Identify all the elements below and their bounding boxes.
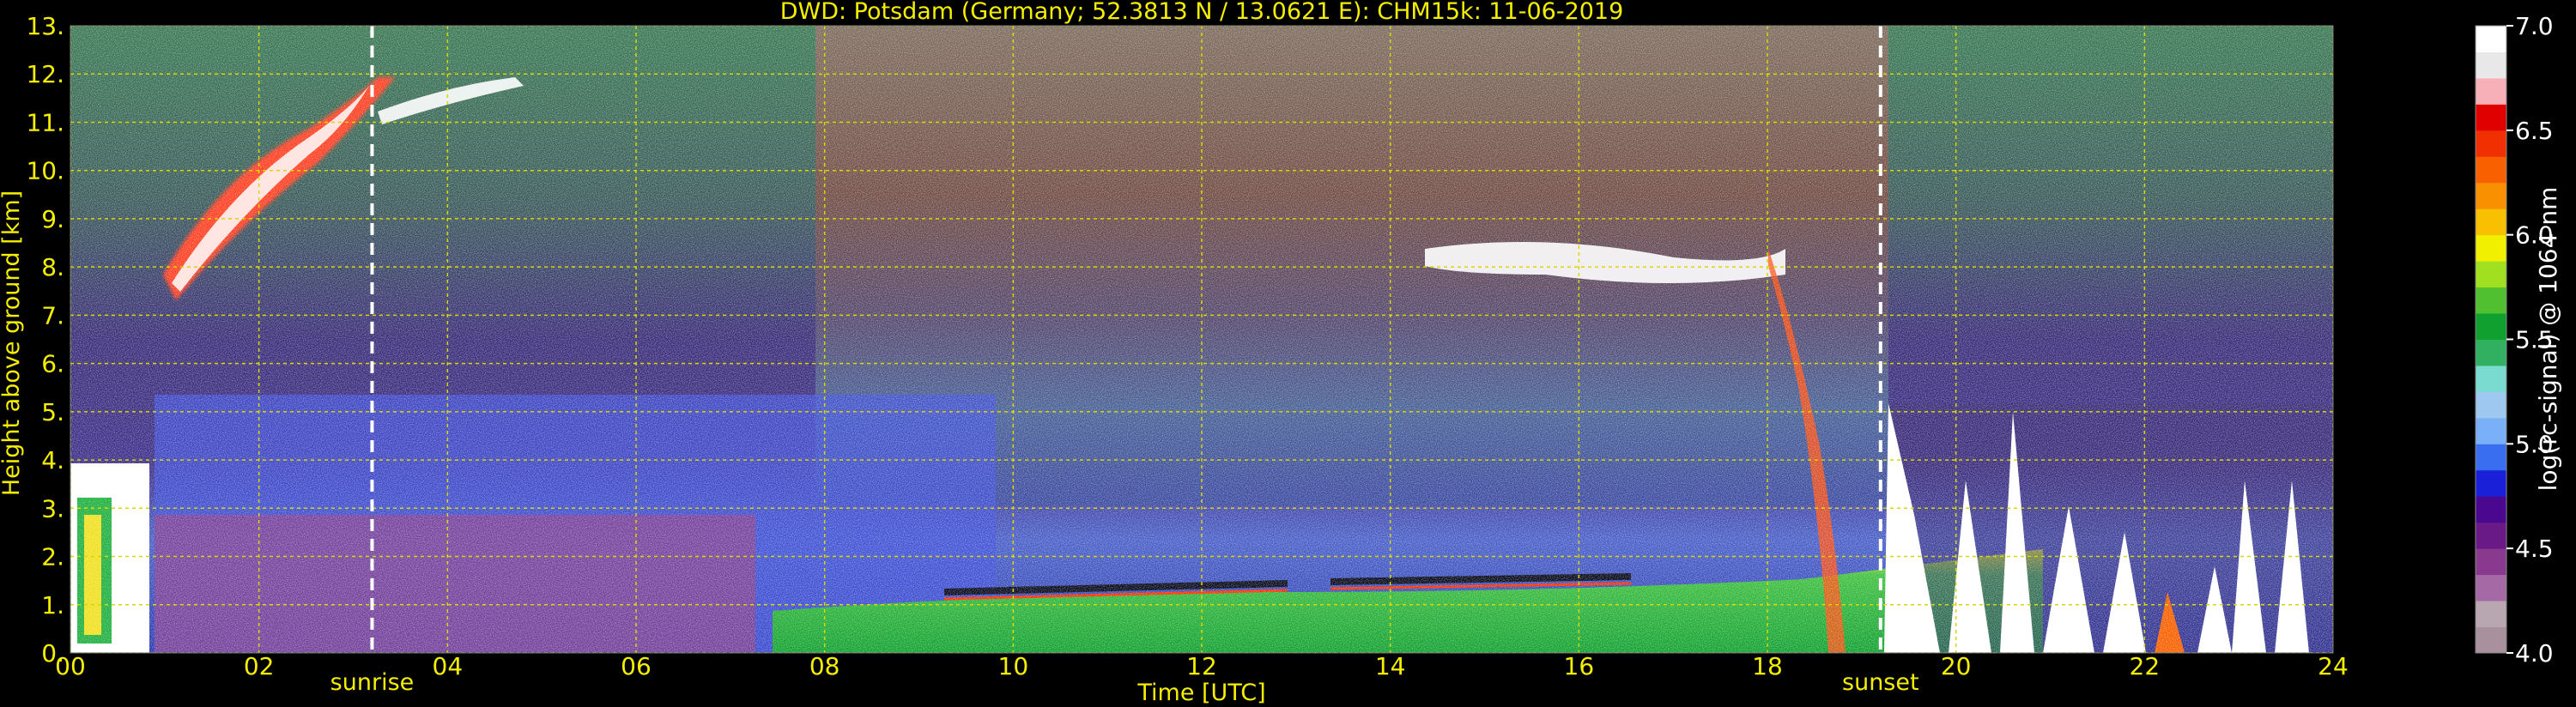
colorbar-segment	[2476, 626, 2506, 654]
x-tick-label: 20	[1941, 652, 1972, 680]
colorbar-label: log(rc-signal) @ 1064 nm	[2534, 187, 2562, 492]
x-tick-label: 10	[998, 652, 1029, 680]
colorbar-segment	[2476, 77, 2506, 105]
y-axis-label: Height above ground [km]	[0, 190, 25, 496]
colorbar-tick-label: 7.0	[2515, 12, 2554, 40]
y-tick-label: 7.	[41, 301, 64, 329]
colorbar-tick-label: 4.0	[2515, 639, 2554, 668]
colorbar-segment	[2476, 339, 2506, 366]
x-tick-label: 06	[621, 652, 652, 680]
y-tick-label: 0.	[41, 639, 64, 668]
y-tick-label: 6.	[41, 350, 64, 378]
colorbar-segment	[2476, 261, 2506, 288]
x-axis-label: Time [UTC]	[1136, 680, 1265, 706]
sun-marker-label: sunset	[1842, 669, 1919, 696]
colorbar-segment	[2476, 208, 2506, 236]
chart-title: DWD: Potsdam (Germany; 52.3813 N / 13.06…	[780, 0, 1624, 25]
colorbar-segment	[2476, 156, 2506, 184]
colorbar-segment	[2476, 287, 2506, 314]
colorbar-segment	[2476, 391, 2506, 419]
x-tick-label: 18	[1752, 652, 1783, 680]
colorbar	[2475, 25, 2507, 654]
y-tick-label: 8.	[41, 253, 64, 281]
x-tick-label: 16	[1564, 652, 1595, 680]
y-tick-label: 9.	[41, 205, 64, 233]
annotation-labels: sunrise sunset	[330, 669, 1919, 696]
colorbar-segment	[2476, 365, 2506, 392]
x-tick-label: 12	[1186, 652, 1217, 680]
y-tick-label: 4.	[41, 446, 64, 474]
colorbar-segment	[2476, 444, 2506, 471]
x-tick-label: 24	[2318, 652, 2349, 680]
y-tick-label: 10.	[26, 157, 64, 185]
colorbar-segment	[2476, 26, 2506, 52]
x-tick-label: 22	[2130, 652, 2161, 680]
colorbar-segment	[2476, 182, 2506, 209]
y-tick-label: 13.	[26, 12, 64, 40]
colorbar-tick-label: 6.5	[2515, 117, 2554, 145]
sun-marker-label: sunrise	[330, 669, 415, 696]
y-tick-label: 5.	[41, 398, 64, 426]
signal-field	[70, 26, 2333, 653]
y-tick-label: 3.	[41, 494, 64, 523]
x-tick-label: 08	[809, 652, 840, 680]
colorbar-segment	[2476, 51, 2506, 79]
colorbar-segment	[2476, 234, 2506, 262]
y-tick-label: 11.	[26, 108, 64, 136]
y-tick-labels: 0. 1. 2. 3. 4. 5. 6. 7. 8. 9. 10. 11. 12. 13.	[26, 12, 64, 668]
ceilometer-chart: 00 02 04 06 08 10 12 14 16 18 20 22 24 0.1.2.3.4.5.6…	[0, 0, 2562, 706]
colorbar-segment	[2476, 469, 2506, 497]
colorbar-segment	[2476, 313, 2506, 340]
colorbar-segment	[2476, 548, 2506, 576]
chart-root: 00 02 04 06 08 10 12 14 16 18 20 22 24 0. 1. 2. 3. 4. 5. 6…	[0, 0, 2576, 707]
colorbar-segment	[2476, 496, 2506, 523]
colorbar-segment	[2476, 601, 2506, 628]
x-tick-label: 14	[1375, 652, 1406, 680]
y-tick-label: 2.	[41, 543, 64, 571]
colorbar-segment	[2476, 574, 2506, 601]
colorbar-segment	[2476, 417, 2506, 444]
y-tick-label: 12.	[26, 60, 64, 88]
x-tick-label: 02	[244, 652, 275, 680]
x-tick-label: 04	[433, 652, 464, 680]
y-tick-label: 1.	[41, 591, 64, 619]
colorbar-segment	[2476, 104, 2506, 131]
colorbar-tick-label: 4.5	[2515, 535, 2554, 563]
colorbar-segment	[2476, 522, 2506, 549]
colorbar-segment	[2476, 130, 2506, 157]
